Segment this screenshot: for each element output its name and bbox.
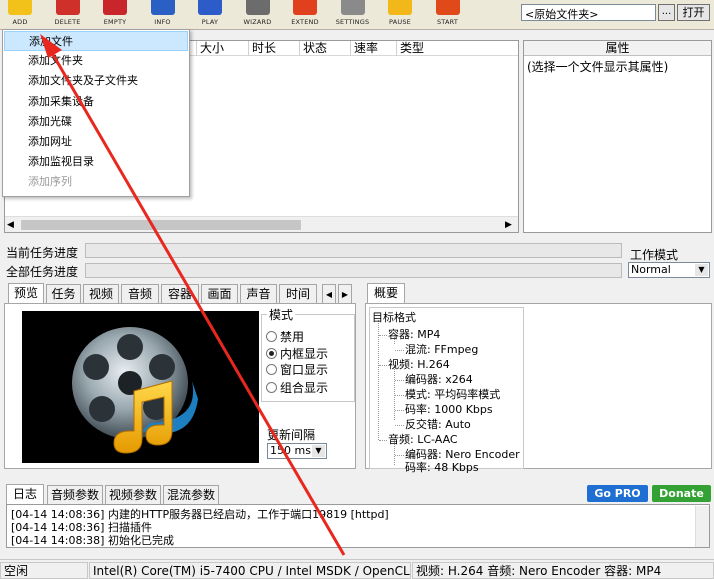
annotation-arrow-icon	[40, 34, 346, 556]
